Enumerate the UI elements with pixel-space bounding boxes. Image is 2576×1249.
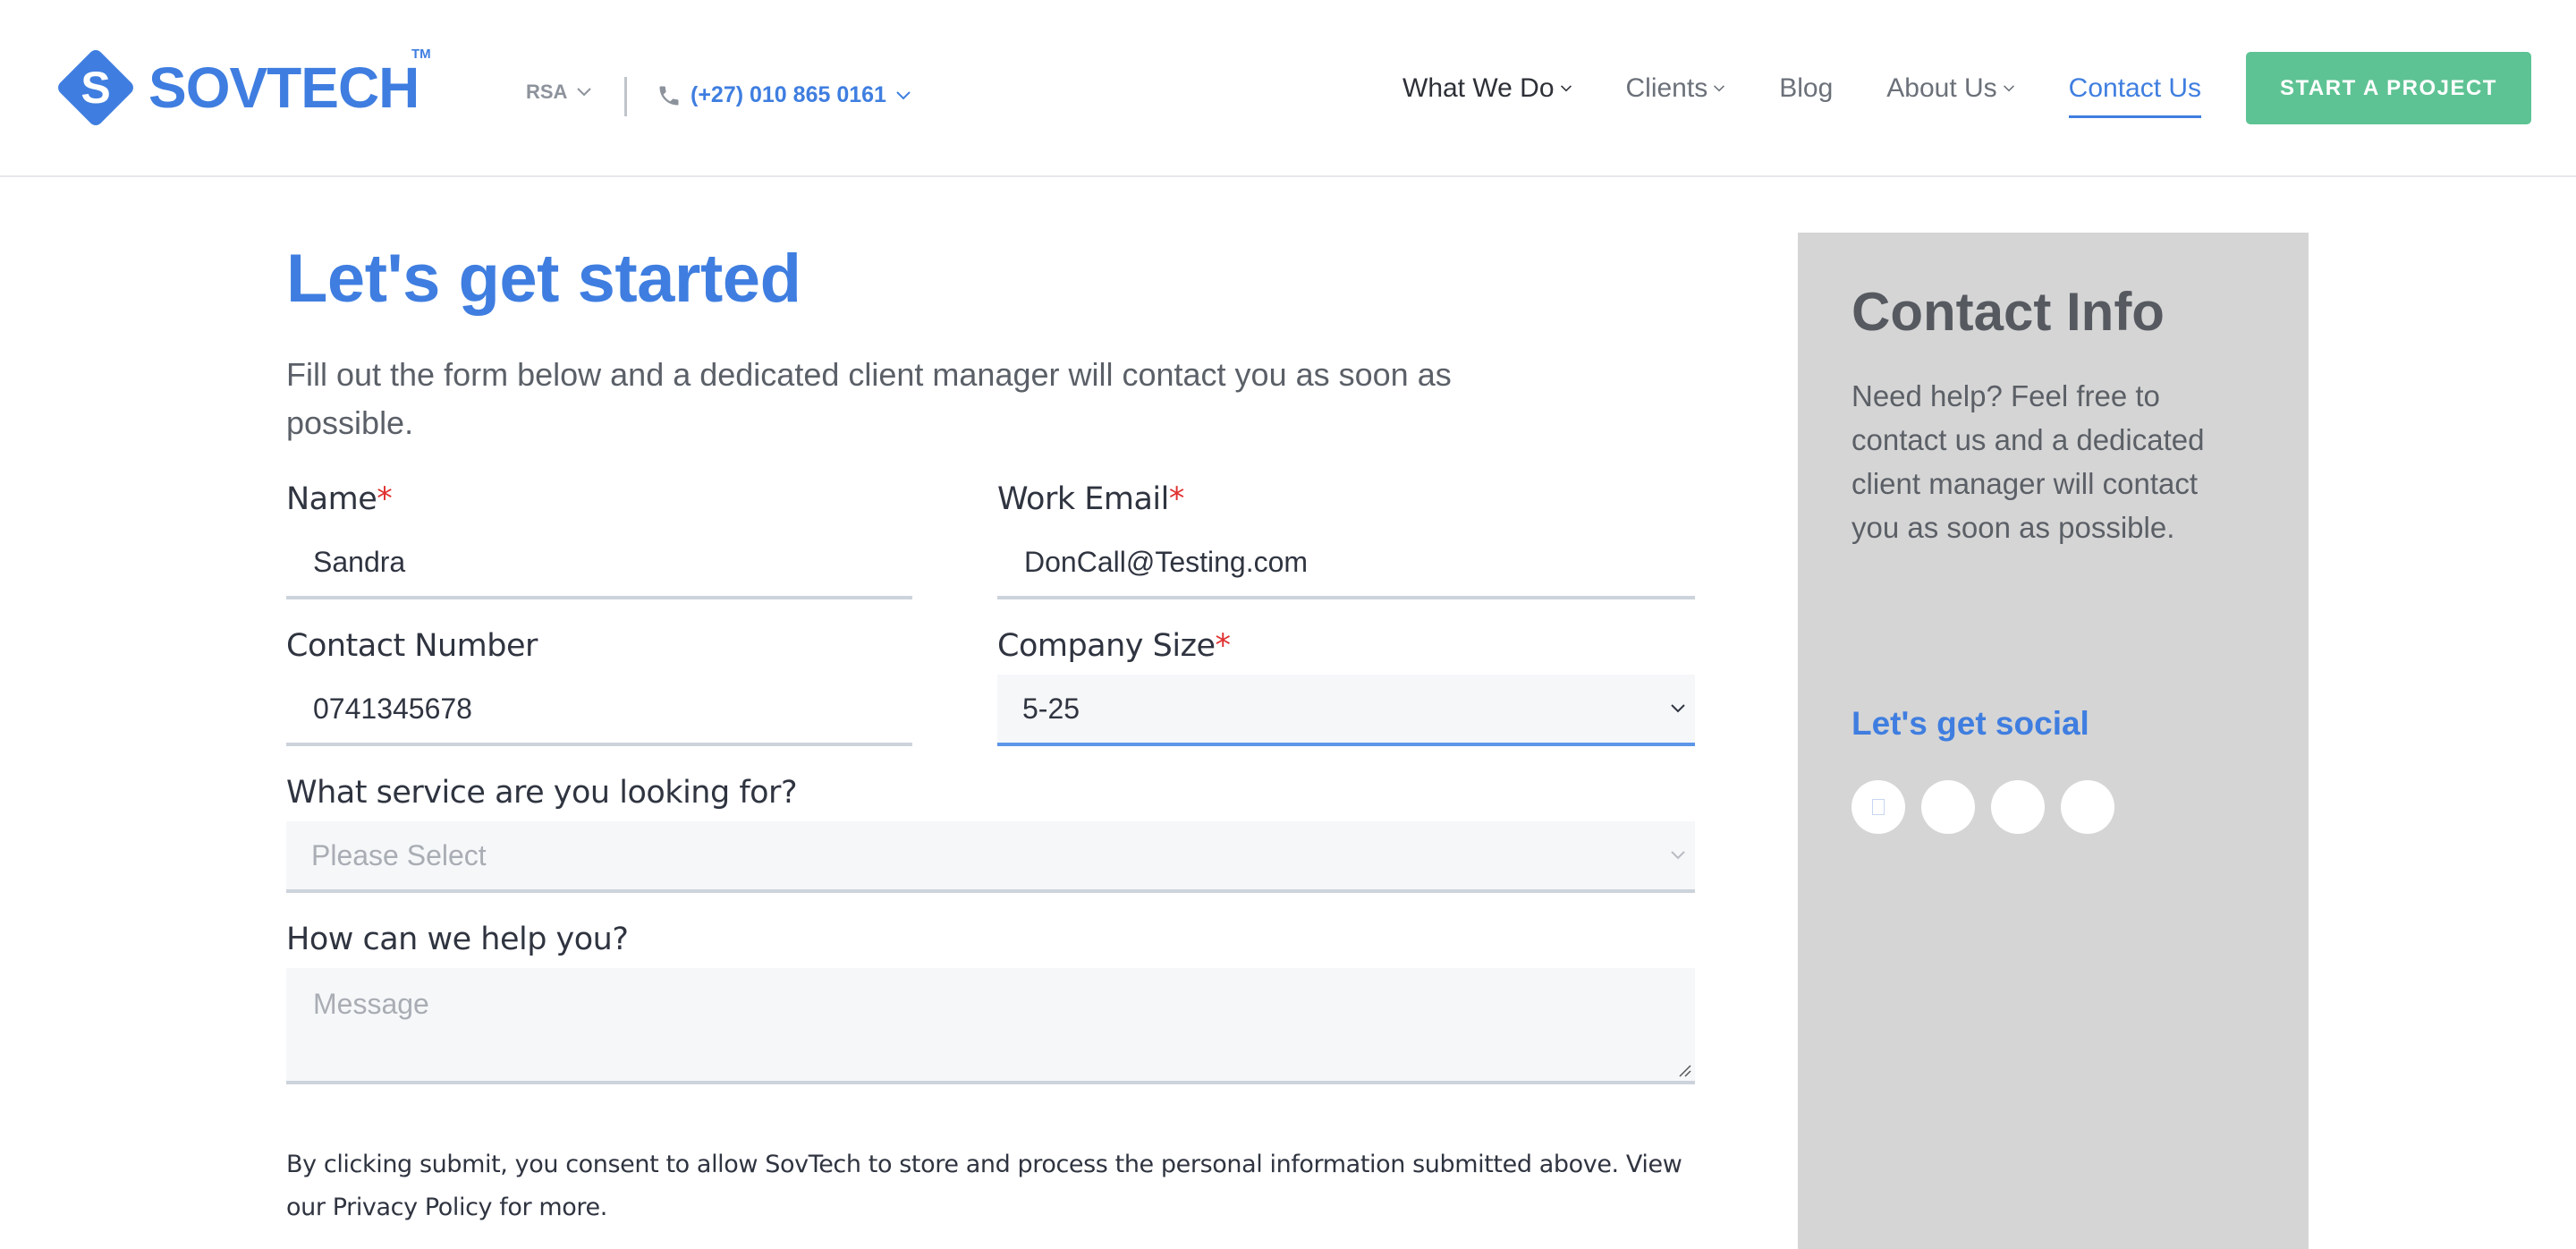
chevron-down-icon [1671, 704, 1685, 713]
social-links [1852, 780, 2114, 834]
chevron-down-icon [577, 88, 592, 97]
consent-text: By clicking submit, you consent to allow… [286, 1151, 1682, 1221]
chevron-down-icon [1560, 85, 1572, 92]
service-select[interactable]: Please Select [286, 821, 1695, 893]
nav-label: What We Do [1402, 73, 1555, 103]
name-label-text: Name [286, 481, 377, 517]
contact-number-value: 0741345678 [313, 692, 472, 725]
nav-about-us[interactable]: About Us [1886, 70, 2014, 107]
name-label: Name* [286, 481, 393, 517]
main-nav: What We Do Clients Blog About Us Contact… [1402, 70, 2255, 118]
missing-glyph-icon [1872, 799, 1885, 815]
contact-number-label: Contact Number [286, 628, 538, 664]
email-input[interactable]: DonCall@Testing.com [997, 528, 1695, 599]
message-label-text: How can we help you? [286, 922, 629, 957]
email-label: Work Email* [997, 481, 1184, 517]
company-size-label-text: Company Size [997, 628, 1216, 664]
phone-selector[interactable]: (+27) 010 865 0161 [657, 82, 911, 108]
required-mark: * [1215, 628, 1231, 664]
message-label: How can we help you? [286, 922, 629, 957]
social-title: Let's get social [1852, 705, 2089, 742]
contact-number-label-text: Contact Number [286, 628, 538, 664]
logo-mark-icon: S [55, 47, 136, 128]
service-label: What service are you looking for? [286, 775, 798, 811]
brand-logo[interactable]: S SOVTECH TM [55, 45, 431, 131]
social-icon-2[interactable] [1921, 780, 1975, 834]
chevron-down-icon [2003, 85, 2014, 92]
contact-info-panel: Contact Info Need help? Feel free to con… [1798, 233, 2309, 1249]
required-mark: * [377, 481, 393, 517]
start-project-button[interactable]: START A PROJECT [2246, 52, 2531, 124]
name-value: Sandra [313, 545, 406, 578]
brand-name: SOVTECH [148, 55, 419, 120]
nav-clients[interactable]: Clients [1626, 70, 1726, 107]
resize-handle-icon[interactable] [1677, 1063, 1691, 1077]
contact-info-text: Need help? Feel free to contact us and a… [1852, 379, 2205, 544]
service-label-text: What service are you looking for? [286, 775, 798, 811]
email-value: DonCall@Testing.com [1024, 545, 1309, 578]
svg-text:S: S [80, 63, 110, 113]
required-mark: * [1168, 481, 1185, 517]
trademark-mark: TM [411, 47, 431, 62]
company-size-select[interactable]: 5-25 [997, 675, 1695, 746]
email-label-text: Work Email [997, 481, 1169, 517]
region-selector[interactable]: RSA [526, 81, 592, 104]
service-placeholder: Please Select [311, 838, 487, 871]
region-label: RSA [526, 81, 568, 103]
social-icon-4[interactable] [2061, 780, 2114, 834]
site-header: S SOVTECH TM RSA (+27) 010 865 0161 What… [0, 0, 2576, 177]
chevron-down-icon [1714, 85, 1725, 92]
nav-label: Clients [1625, 73, 1708, 103]
social-icon-3[interactable] [1991, 780, 2045, 834]
contact-info-title: Contact Info [1852, 282, 2165, 342]
social-icon-1[interactable] [1852, 780, 1905, 834]
message-textarea[interactable]: Message [286, 968, 1695, 1084]
nav-contact-us[interactable]: Contact Us [2068, 70, 2202, 118]
nav-what-we-do[interactable]: What We Do [1402, 70, 1572, 107]
company-size-value: 5-25 [1022, 692, 1080, 725]
header-divider [624, 77, 627, 116]
form-intro: Fill out the form below and a dedicated … [286, 356, 1452, 441]
chevron-down-icon [1671, 851, 1685, 860]
message-placeholder: Message [313, 988, 429, 1020]
nav-label: Contact Us [2068, 73, 2202, 103]
name-input[interactable]: Sandra [286, 528, 912, 599]
phone-number: (+27) 010 865 0161 [691, 82, 886, 107]
nav-blog[interactable]: Blog [1779, 70, 1833, 107]
phone-icon [659, 86, 679, 105]
chevron-down-icon [896, 90, 911, 99]
page-title: Let's get started [286, 241, 801, 317]
nav-label: Blog [1779, 73, 1834, 103]
company-size-label: Company Size* [997, 628, 1231, 664]
nav-label: About Us [1886, 73, 1997, 103]
contact-number-input[interactable]: 0741345678 [286, 675, 912, 746]
